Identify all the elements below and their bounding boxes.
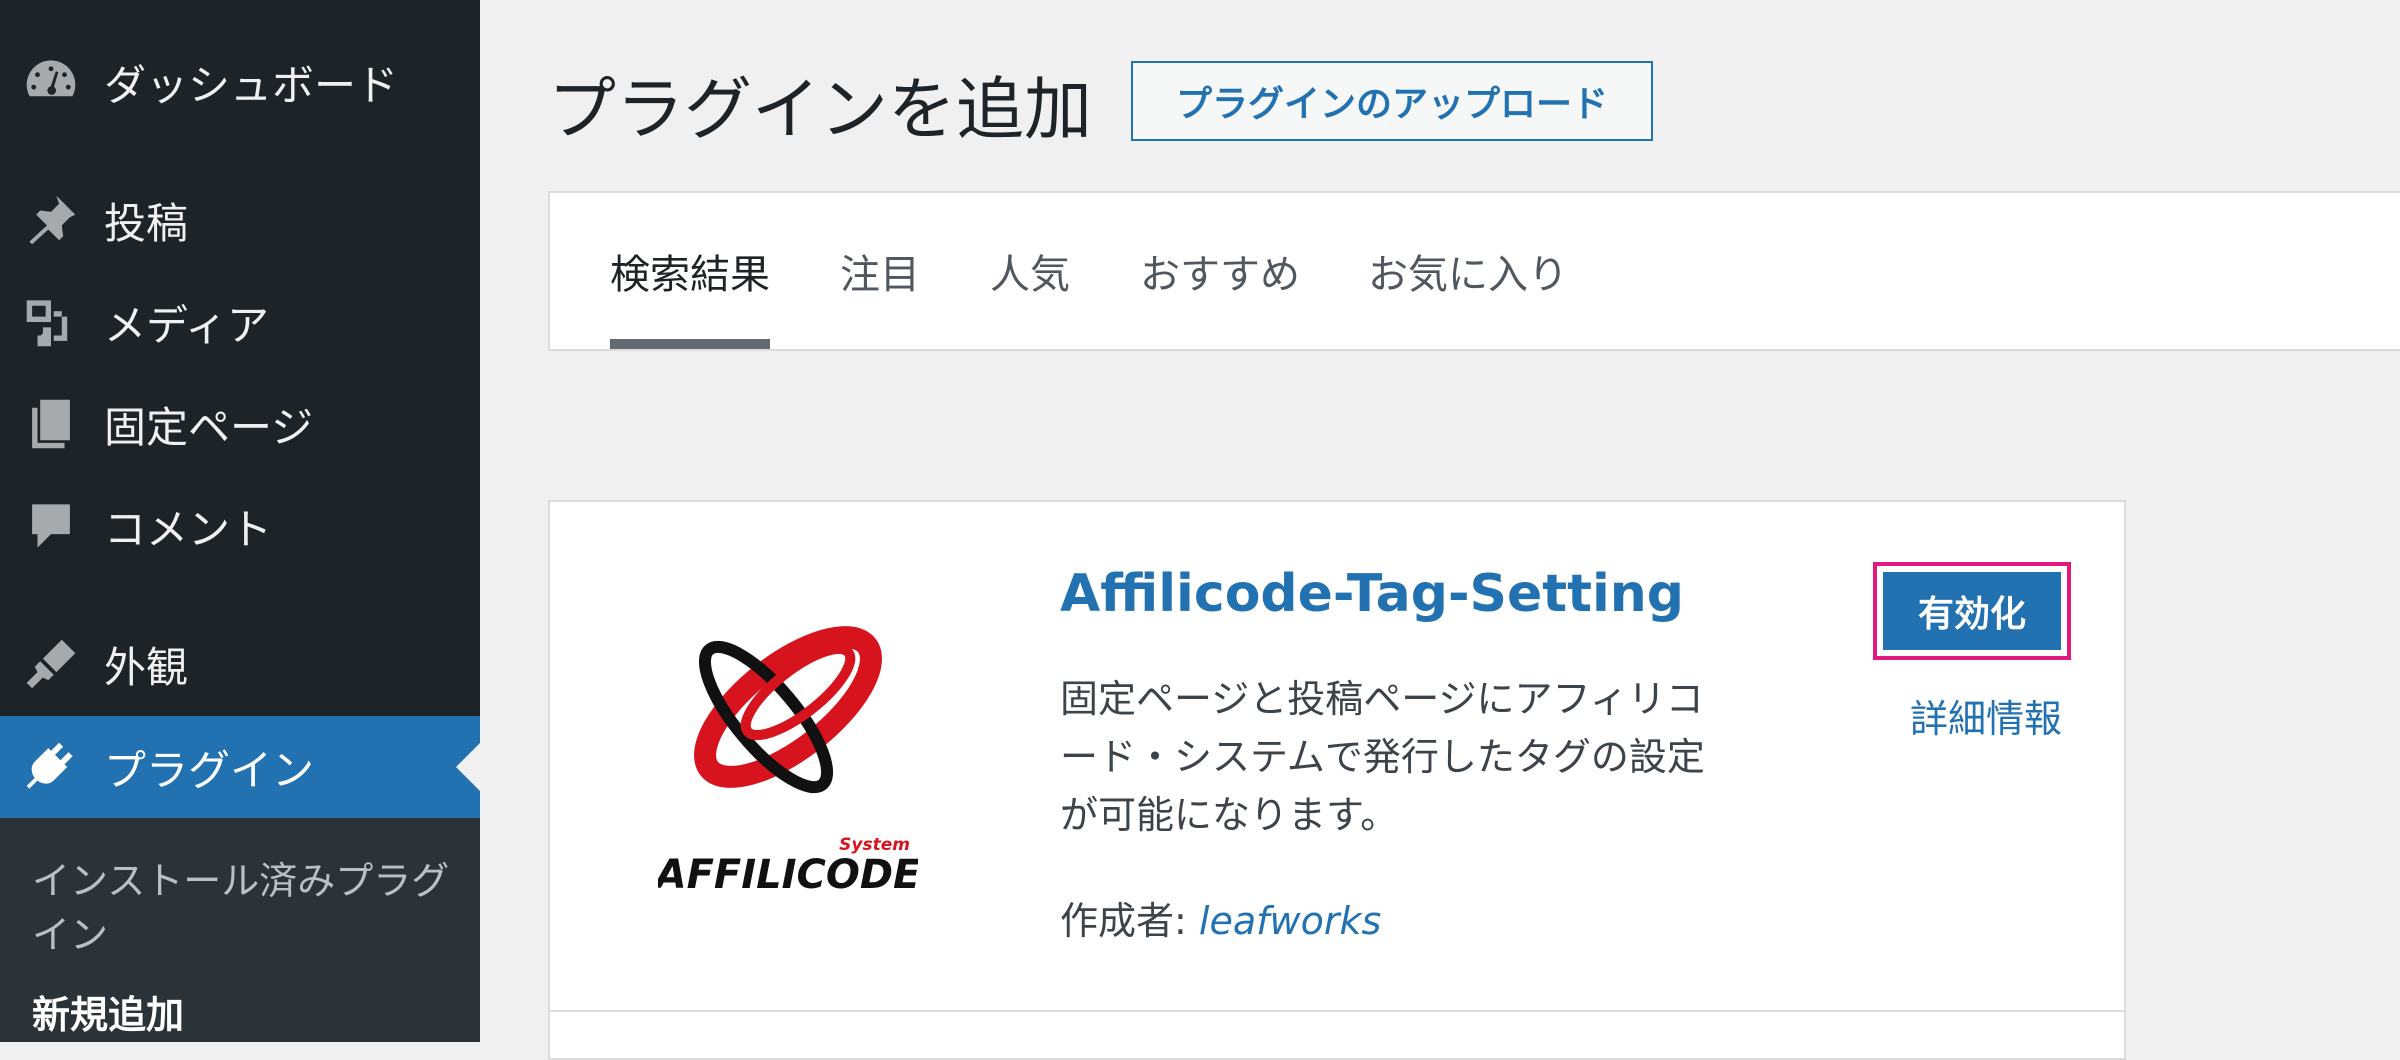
- media-icon: [24, 295, 78, 349]
- upload-plugin-button[interactable]: プラグインのアップロード: [1131, 61, 1653, 141]
- sidebar-item-label: 固定ページ: [104, 402, 314, 452]
- card-divider: [550, 1010, 2124, 1012]
- plugin-icon: [24, 740, 78, 794]
- logo-text: AFFILICODE: [658, 852, 918, 898]
- plugin-author: 作成者: leafworks: [1060, 890, 1381, 945]
- sidebar-item-label: メディア: [104, 300, 270, 350]
- pin-icon: [24, 193, 78, 247]
- sidebar-item-media[interactable]: メディア: [0, 272, 480, 372]
- tab-popular[interactable]: 人気: [990, 193, 1070, 349]
- submenu-item-add-new[interactable]: 新規追加: [32, 988, 452, 1042]
- plugins-submenu: インストール済みプラグイン 新規追加: [0, 818, 480, 1042]
- admin-sidebar: ダッシュボード 投稿 メディア 固定ページ コメント 外観 プラグイン インスト…: [0, 0, 480, 1042]
- brush-icon: [24, 637, 78, 691]
- sidebar-item-plugins[interactable]: プラグイン: [0, 716, 480, 818]
- pages-icon: [24, 397, 78, 451]
- activate-highlight-box: 有効化: [1873, 562, 2071, 660]
- tab-favorites[interactable]: お気に入り: [1368, 193, 1568, 349]
- plugin-description: 固定ページと投稿ページにアフィリコード・システムで発行したタグの設定が可能になり…: [1060, 677, 1705, 837]
- author-label: 作成者:: [1060, 899, 1187, 943]
- plugin-logo[interactable]: System AFFILICODE: [658, 602, 918, 902]
- tab-recommended[interactable]: おすすめ: [1140, 193, 1300, 349]
- page-title: プラグインを追加: [548, 71, 1093, 150]
- tab-featured[interactable]: 注目: [840, 193, 920, 349]
- sidebar-item-label: ダッシュボード: [104, 60, 399, 110]
- sidebar-item-dashboard[interactable]: ダッシュボード: [0, 32, 480, 132]
- submenu-item-installed-plugins[interactable]: インストール済みプラグイン: [32, 854, 452, 962]
- sidebar-item-label: プラグイン: [104, 745, 315, 795]
- dashboard-icon: [24, 55, 78, 109]
- sidebar-item-label: 投稿: [104, 198, 189, 248]
- sidebar-item-posts[interactable]: 投稿: [0, 170, 480, 270]
- comment-icon: [24, 499, 78, 553]
- author-link[interactable]: leafworks: [1199, 899, 1381, 943]
- plugin-filter-tabs: 検索結果 注目 人気 おすすめ お気に入り: [548, 191, 2400, 351]
- tab-search-results[interactable]: 検索結果: [610, 193, 770, 349]
- sidebar-item-pages[interactable]: 固定ページ: [0, 374, 480, 474]
- activate-button[interactable]: 有効化: [1883, 572, 2061, 650]
- plugin-card: System AFFILICODE Affilicode-Tag-Setting…: [548, 500, 2126, 1060]
- more-details-link[interactable]: 詳細情報: [1910, 688, 2062, 743]
- sidebar-item-label: コメント: [104, 504, 273, 554]
- sidebar-item-appearance[interactable]: 外観: [0, 614, 480, 714]
- plugin-name-link[interactable]: Affilicode-Tag-Setting: [1060, 564, 1684, 624]
- sidebar-item-label: 外観: [104, 642, 189, 692]
- current-menu-arrow: [456, 743, 480, 791]
- sidebar-item-comments[interactable]: コメント: [0, 476, 480, 576]
